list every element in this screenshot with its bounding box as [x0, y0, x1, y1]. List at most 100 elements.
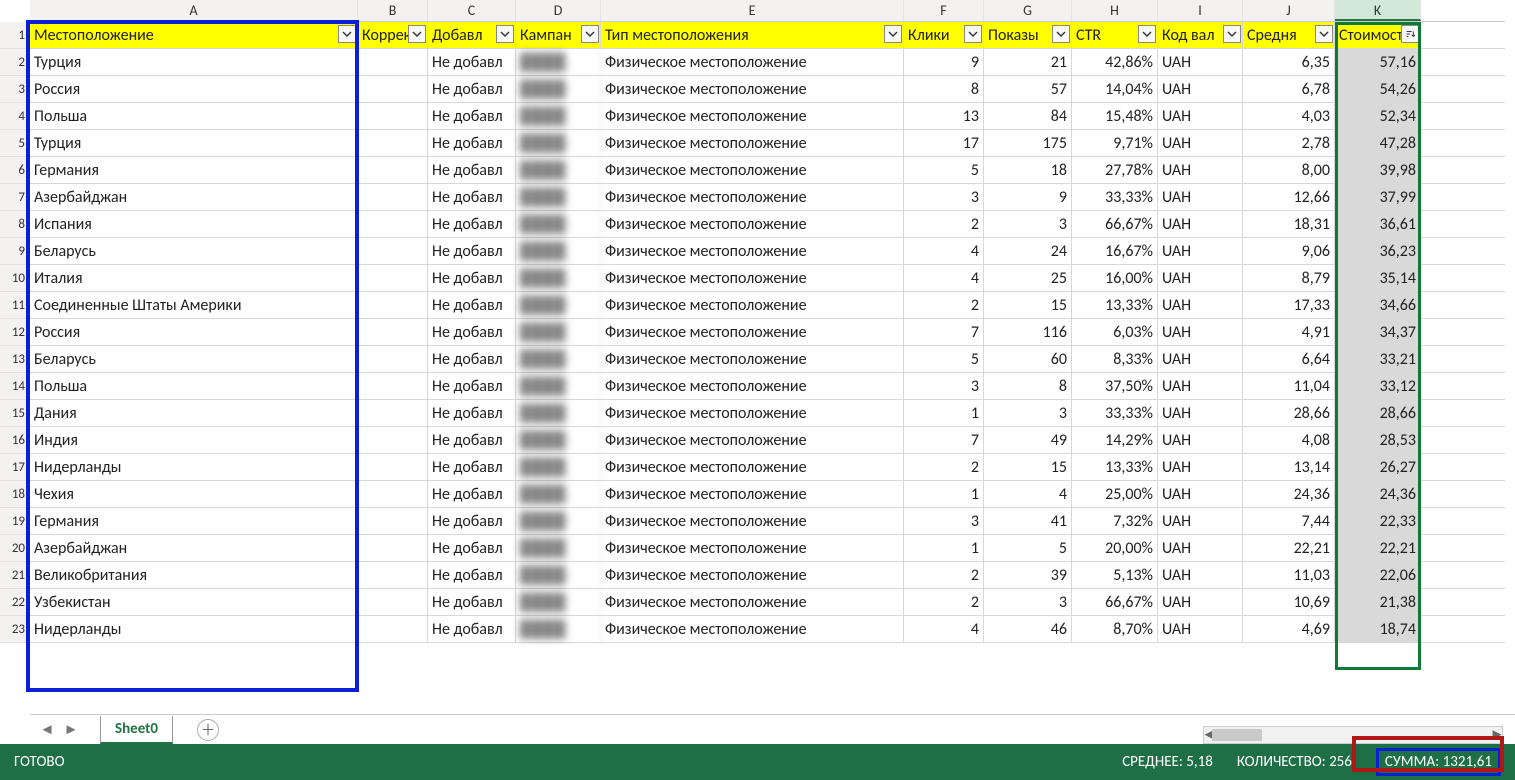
cell-correction[interactable]	[358, 589, 428, 615]
cell-ctr[interactable]: 14,04%	[1072, 76, 1158, 102]
cell-avg[interactable]: 12,66	[1243, 184, 1335, 210]
row-number[interactable]: 15	[0, 400, 30, 427]
cell-clicks[interactable]: 2	[904, 562, 984, 588]
sheet-tab-active[interactable]: Sheet0	[100, 716, 173, 744]
col-header-F[interactable]: F	[904, 0, 984, 21]
cell-avg[interactable]: 9,06	[1243, 238, 1335, 264]
filter-button[interactable]	[581, 25, 599, 43]
cell-ctr[interactable]: 7,32%	[1072, 508, 1158, 534]
cell-added[interactable]: Не добавл	[428, 454, 516, 480]
cell-avg[interactable]: 6,64	[1243, 346, 1335, 372]
col-header-G[interactable]: G	[984, 0, 1072, 21]
cell-campaign[interactable]: ████	[516, 319, 601, 345]
row-number[interactable]: 4	[0, 103, 30, 130]
cell-campaign[interactable]: ████	[516, 49, 601, 75]
cell-location[interactable]: Беларусь	[30, 238, 358, 264]
scroll-thumb[interactable]	[1212, 729, 1262, 741]
cell-ctr[interactable]: 14,29%	[1072, 427, 1158, 453]
cell-cost[interactable]: 22,33	[1335, 508, 1421, 534]
cell-campaign[interactable]: ████	[516, 589, 601, 615]
cell-avg[interactable]: 22,21	[1243, 535, 1335, 561]
sheet-nav-next-icon[interactable]: ►	[62, 721, 80, 739]
cell-location[interactable]: Россия	[30, 76, 358, 102]
cell-added[interactable]: Не добавл	[428, 481, 516, 507]
cell-added[interactable]: Не добавл	[428, 211, 516, 237]
cell-ctr[interactable]: 20,00%	[1072, 535, 1158, 561]
cell-impressions[interactable]: 5	[984, 535, 1072, 561]
cell-cost[interactable]: 33,21	[1335, 346, 1421, 372]
cell-impressions[interactable]: 24	[984, 238, 1072, 264]
cell-location-type[interactable]: Физическое местоположение	[601, 427, 904, 453]
cell-location[interactable]: Турция	[30, 49, 358, 75]
cell-correction[interactable]	[358, 454, 428, 480]
cell-ctr[interactable]: 37,50%	[1072, 373, 1158, 399]
cell-avg[interactable]: 2,78	[1243, 130, 1335, 156]
filter-button[interactable]	[1052, 25, 1070, 43]
row-number[interactable]: 8	[0, 211, 30, 238]
cell-added[interactable]: Не добавл	[428, 292, 516, 318]
cell-correction[interactable]	[358, 292, 428, 318]
col-header-J[interactable]: J	[1243, 0, 1335, 21]
cell-currency[interactable]: UAH	[1158, 427, 1243, 453]
row-number[interactable]: 18	[0, 481, 30, 508]
cell-location-type[interactable]: Физическое местоположение	[601, 454, 904, 480]
cell-currency[interactable]: UAH	[1158, 103, 1243, 129]
cell-clicks[interactable]: 2	[904, 589, 984, 615]
cell-avg[interactable]: 6,78	[1243, 76, 1335, 102]
cell-clicks[interactable]: 2	[904, 292, 984, 318]
row-number[interactable]: 19	[0, 508, 30, 535]
cell-avg[interactable]: 8,00	[1243, 157, 1335, 183]
cell-location-type[interactable]: Физическое местоположение	[601, 616, 904, 642]
cell-campaign[interactable]: ████	[516, 211, 601, 237]
col-header-E[interactable]: E	[601, 0, 904, 21]
cell-added[interactable]: Не добавл	[428, 346, 516, 372]
cell-correction[interactable]	[358, 238, 428, 264]
cell-cost[interactable]: 24,36	[1335, 481, 1421, 507]
cell-location-type[interactable]: Физическое местоположение	[601, 238, 904, 264]
cell-correction[interactable]	[358, 346, 428, 372]
cell-clicks[interactable]: 3	[904, 373, 984, 399]
cell-location[interactable]: Дания	[30, 400, 358, 426]
cell-ctr[interactable]: 16,67%	[1072, 238, 1158, 264]
cell-clicks[interactable]: 2	[904, 454, 984, 480]
cell-added[interactable]: Не добавл	[428, 130, 516, 156]
cell-added[interactable]: Не добавл	[428, 400, 516, 426]
cell-added[interactable]: Не добавл	[428, 49, 516, 75]
row-number[interactable]: 3	[0, 76, 30, 103]
cell-added[interactable]: Не добавл	[428, 562, 516, 588]
row-number[interactable]: 9	[0, 238, 30, 265]
cell-clicks[interactable]: 5	[904, 346, 984, 372]
cell-campaign[interactable]: ████	[516, 130, 601, 156]
cell-location-type[interactable]: Физическое местоположение	[601, 562, 904, 588]
cell-clicks[interactable]: 7	[904, 319, 984, 345]
cell-currency[interactable]: UAH	[1158, 373, 1243, 399]
cell-currency[interactable]: UAH	[1158, 616, 1243, 642]
cell-impressions[interactable]: 39	[984, 562, 1072, 588]
cell-campaign[interactable]: ████	[516, 76, 601, 102]
cell-currency[interactable]: UAH	[1158, 76, 1243, 102]
cell-clicks[interactable]: 3	[904, 184, 984, 210]
cell-added[interactable]: Не добавл	[428, 535, 516, 561]
cell-location[interactable]: Германия	[30, 508, 358, 534]
cell-campaign[interactable]: ████	[516, 400, 601, 426]
cell-avg[interactable]: 4,91	[1243, 319, 1335, 345]
cell-currency[interactable]: UAH	[1158, 292, 1243, 318]
cell-added[interactable]: Не добавл	[428, 76, 516, 102]
cell-campaign[interactable]: ████	[516, 157, 601, 183]
row-number[interactable]: 23	[0, 616, 30, 643]
cell-cost[interactable]: 34,37	[1335, 319, 1421, 345]
cell-cost[interactable]: 54,26	[1335, 76, 1421, 102]
cell-location-type[interactable]: Физическое местоположение	[601, 373, 904, 399]
cell-impressions[interactable]: 15	[984, 292, 1072, 318]
row-number[interactable]: 6	[0, 157, 30, 184]
cell-currency[interactable]: UAH	[1158, 454, 1243, 480]
cell-campaign[interactable]: ████	[516, 373, 601, 399]
cell-avg[interactable]: 4,03	[1243, 103, 1335, 129]
col-header-D[interactable]: D	[516, 0, 601, 21]
cell-correction[interactable]	[358, 481, 428, 507]
cell-location[interactable]: Азербайджан	[30, 184, 358, 210]
cell-correction[interactable]	[358, 562, 428, 588]
row-number[interactable]: 5	[0, 130, 30, 157]
cell-ctr[interactable]: 66,67%	[1072, 589, 1158, 615]
cell-campaign[interactable]: ████	[516, 508, 601, 534]
